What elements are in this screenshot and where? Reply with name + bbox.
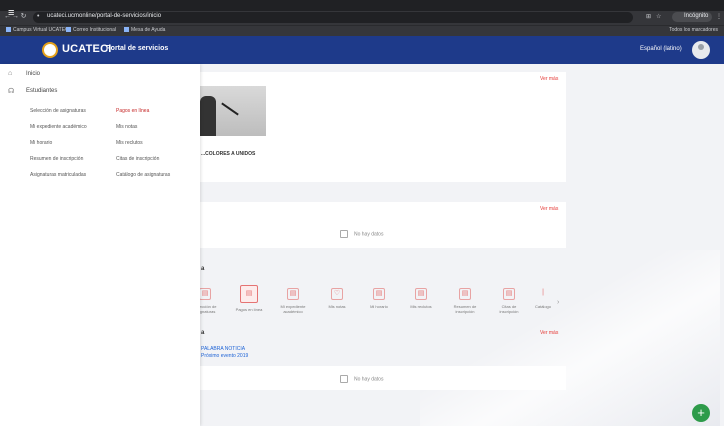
logo-text: UCATECI <box>62 43 112 55</box>
background-decoration <box>420 250 720 426</box>
address-url: ucateci.ucmonline/portal-de-servicios/in… <box>47 13 162 19</box>
profile-chip[interactable]: Incógnito <box>672 12 712 22</box>
tile-reclutos[interactable]: ▤ Mis reclutos <box>406 288 436 309</box>
bookmark-item[interactable]: Mesa de Ayuda <box>124 27 165 33</box>
sidebar-link[interactable]: Mis reclutos <box>116 140 143 146</box>
chevron-right-icon[interactable]: › <box>557 299 559 306</box>
news-title[interactable]: ...COLORES A UNIDOS <box>201 151 255 157</box>
empty-state: No hay datos <box>340 375 383 383</box>
section-heading: a <box>201 330 205 336</box>
see-all-link[interactable]: Ver más <box>540 330 558 336</box>
extensions-icon[interactable]: ⊞ <box>646 13 651 20</box>
add-fab-button[interactable]: + <box>692 404 710 422</box>
sidebar-link[interactable]: Mi expediente académico <box>30 124 87 130</box>
bookmark-item[interactable]: Correo Institucional <box>66 27 116 33</box>
tile-pagos[interactable]: ▤ Pagos en línea <box>234 285 264 312</box>
sidebar-link[interactable]: Citas de inscripción <box>116 156 159 162</box>
sidebar-link-active[interactable]: Pagos en línea <box>116 108 149 114</box>
tile-citas[interactable]: ▤ Citas de inscripción <box>494 288 524 314</box>
students-icon: ☊ <box>8 88 15 95</box>
sidebar-item-students[interactable]: Estudiantes <box>26 88 57 94</box>
news-image[interactable] <box>200 86 266 136</box>
sidebar-link[interactable]: Asignaturas matriculadas <box>30 172 86 178</box>
tile-expediente[interactable]: ▤ Mi expediente académico <box>278 288 308 314</box>
menu-toggle-icon[interactable]: ≡ <box>8 7 14 19</box>
tile-horario[interactable]: ▤ Mi horario <box>364 288 394 309</box>
sidebar-link[interactable]: Mi horario <box>30 140 52 146</box>
empty-state: No hay datos <box>340 230 383 238</box>
profile-label: Incógnito <box>684 13 709 19</box>
section-heading: a <box>201 266 205 272</box>
sidebar <box>0 64 200 426</box>
sidebar-link[interactable]: Selección de asignaturas <box>30 108 86 114</box>
events-card <box>200 202 566 248</box>
language-select[interactable]: Español (latino) <box>640 46 682 52</box>
sidebar-link[interactable]: Resumen de inscripción <box>30 156 83 162</box>
sidebar-link[interactable]: Catálogo de asignaturas <box>116 172 170 178</box>
bookmark-item[interactable]: Campus Virtual UCATECI <box>6 27 70 33</box>
tile-catalogo[interactable]: | Catálogo <box>528 288 558 309</box>
portal-title: Portal de servicios <box>106 45 169 52</box>
sidebar-link[interactable]: Mis notas <box>116 124 137 130</box>
home-icon: ⌂ <box>8 70 13 77</box>
address-bar[interactable]: • ucateci.ucmonline/portal-de-servicios/… <box>33 12 633 23</box>
lock-icon: • <box>37 13 40 20</box>
all-bookmarks[interactable]: Todos los marcadores <box>669 27 718 33</box>
see-all-link[interactable]: Ver más <box>540 76 558 82</box>
tile-resumen[interactable]: ▤ Resumen de inscripción <box>450 288 480 314</box>
sidebar-item-home[interactable]: Inicio <box>26 71 40 77</box>
user-avatar[interactable] <box>692 41 710 59</box>
tile-notas[interactable]: ♡ Mis notas <box>322 288 352 309</box>
browser-tab-bar <box>0 0 724 11</box>
star-icon[interactable]: ☆ <box>656 13 661 20</box>
ucateci-logo-icon <box>42 42 58 58</box>
reload-icon[interactable]: ↻ <box>20 13 27 20</box>
announcement-link[interactable]: PALABRA NOTICIA Próximo evento 2019 <box>201 346 248 360</box>
menu-icon[interactable]: ⋮ <box>716 13 722 20</box>
see-all-link[interactable]: Ver más <box>540 206 558 212</box>
